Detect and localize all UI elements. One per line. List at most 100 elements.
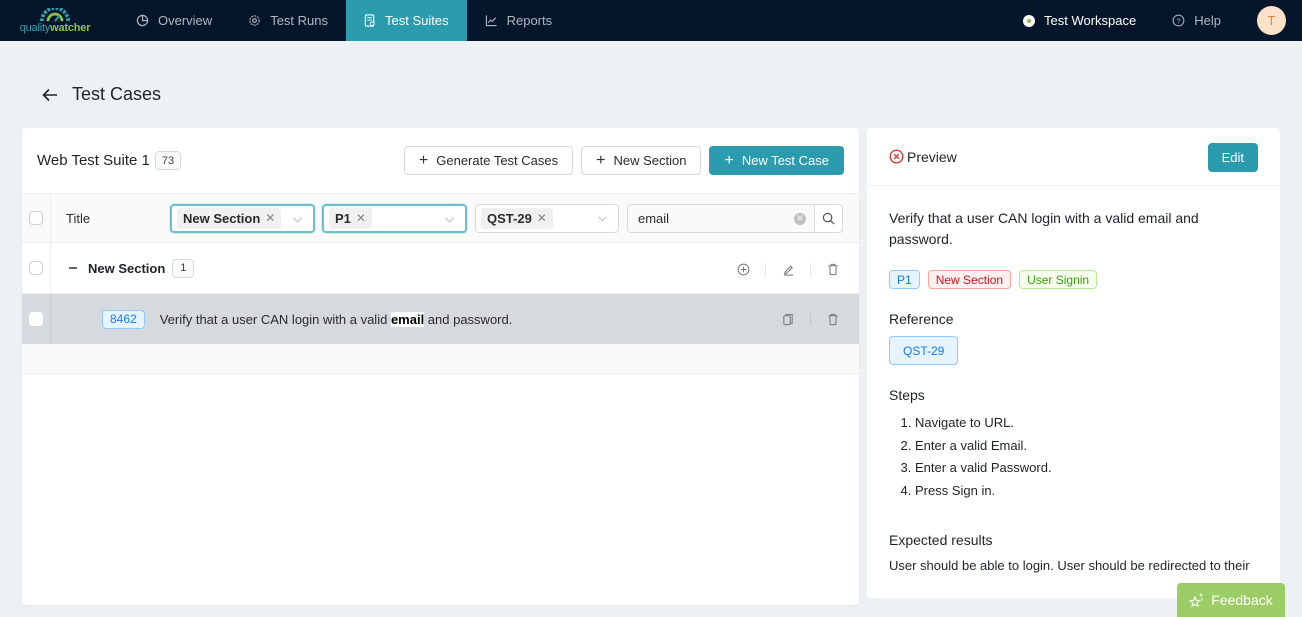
copy-test-case-button[interactable] <box>774 308 802 330</box>
page-title: Test Cases <box>72 84 162 104</box>
reference-link[interactable]: QST-29 <box>889 336 959 365</box>
steps-list: Navigate to URL. Enter a valid Email. En… <box>889 412 1258 502</box>
delete-section-button[interactable] <box>819 258 847 280</box>
minus-icon <box>69 267 77 269</box>
close-circle-icon[interactable] <box>889 149 904 164</box>
section-filter-select[interactable]: New Section ✕ <box>170 203 315 233</box>
expected-results-text: User should be able to login. User shoul… <box>889 558 1250 573</box>
collapse-section-button[interactable] <box>66 261 80 275</box>
nav-test-suites[interactable]: Test Suites <box>346 0 467 41</box>
test-cases-panel: Web Test Suite 1 73 + Generate Test Case… <box>22 128 859 605</box>
remove-tag-icon[interactable]: ✕ <box>537 211 547 225</box>
test-case-title[interactable]: Verify that a user CAN login with a vali… <box>160 311 512 327</box>
button-label: Generate Test Cases <box>436 153 559 168</box>
gauge-logo-icon <box>40 7 70 22</box>
preview-heading: Preview <box>907 148 957 165</box>
logo-text: qualitywatcher <box>19 21 91 34</box>
chevron-down-icon <box>598 215 607 221</box>
plus-icon: + <box>724 151 734 169</box>
nav-overview[interactable]: Overview <box>118 0 230 41</box>
new-section-button[interactable]: + New Section <box>581 146 702 175</box>
expected-results-heading: Expected results <box>889 532 993 548</box>
test-case-row[interactable]: 8462 Verify that a user CAN login with a… <box>22 294 859 344</box>
section-tag: New Section <box>927 270 1012 289</box>
search-box: email ✕ <box>627 203 843 233</box>
filter-tag: New Section ✕ <box>177 207 282 229</box>
search-icon <box>822 212 835 224</box>
logo[interactable]: qualitywatcher <box>0 0 110 41</box>
nav-label: Test Runs <box>270 13 328 28</box>
preview-header: Preview Edit <box>867 128 1280 186</box>
edit-section-button[interactable] <box>774 258 802 280</box>
nav-label: Reports <box>506 13 553 28</box>
add-case-to-section-button[interactable] <box>729 258 757 280</box>
back-button[interactable] <box>42 86 60 104</box>
copy-icon <box>783 313 793 325</box>
workspace-status-icon <box>1023 14 1035 27</box>
filter-tag: P1 ✕ <box>329 207 372 229</box>
workspace-switcher[interactable]: Test Workspace <box>1023 13 1136 28</box>
user-avatar[interactable]: T <box>1257 6 1286 35</box>
remove-tag-icon[interactable]: ✕ <box>265 211 275 225</box>
edit-button[interactable]: Edit <box>1207 143 1258 172</box>
reference-filter-select[interactable]: QST-29 ✕ <box>475 203 619 233</box>
preview-panel: Preview Edit Verify that a user CAN logi… <box>867 128 1280 598</box>
svg-text:?: ? <box>1177 16 1181 25</box>
pencil-icon <box>783 265 793 276</box>
sparkle-star-icon <box>1189 593 1204 608</box>
divider <box>810 263 811 275</box>
title-column-header: Title <box>66 210 91 226</box>
search-button[interactable] <box>815 203 843 233</box>
trash-icon <box>828 313 838 325</box>
section-case-count: 1 <box>172 258 195 278</box>
search-input[interactable]: email ✕ <box>627 203 815 233</box>
page-header: Test Cases <box>42 84 161 105</box>
help-link[interactable]: ? Help <box>1172 13 1221 28</box>
gear-icon <box>249 15 260 26</box>
plus-circle-icon <box>737 263 749 275</box>
pie-chart-icon <box>136 14 149 27</box>
remove-tag-icon[interactable]: ✕ <box>356 211 366 225</box>
generate-test-cases-button[interactable]: + Generate Test Cases <box>403 146 574 175</box>
trash-icon <box>828 263 838 275</box>
suite-name: Web Test Suite 1 <box>37 152 150 169</box>
button-label: New Test Case <box>741 153 829 168</box>
top-nav: qualitywatcher Overview Test Runs Test S… <box>0 0 1302 41</box>
workspace-name: Test Workspace <box>1044 13 1137 28</box>
document-icon <box>364 14 375 27</box>
step-item: Press Sign in. <box>915 480 1258 503</box>
test-case-id[interactable]: 8462 <box>102 309 145 329</box>
plus-icon: + <box>418 151 429 169</box>
suite-case-count: 73 <box>154 151 182 170</box>
new-test-case-button[interactable]: + New Test Case <box>709 146 844 175</box>
nav-reports[interactable]: Reports <box>467 0 571 41</box>
step-item: Navigate to URL. <box>915 412 1258 435</box>
nav-test-runs[interactable]: Test Runs <box>230 0 346 41</box>
reference-heading: Reference <box>889 311 954 327</box>
preview-case-title: Verify that a user CAN login with a vali… <box>889 210 1199 247</box>
nav-label: Test Suites <box>385 13 449 28</box>
table-header: Title New Section ✕ P1 ✕ QST-29 ✕ email ✕ <box>22 193 859 243</box>
delete-test-case-button[interactable] <box>819 308 847 330</box>
section-row[interactable]: New Section 1 <box>22 243 859 294</box>
divider <box>810 313 811 325</box>
table-footer-row <box>22 344 859 374</box>
step-item: Enter a valid Email. <box>915 435 1258 458</box>
section-name: New Section <box>88 260 166 276</box>
label-tag: User Signin <box>1019 270 1098 289</box>
steps-heading: Steps <box>889 387 925 403</box>
chevron-down-icon <box>293 216 302 222</box>
test-case-checkbox[interactable] <box>29 312 43 326</box>
priority-tag: P1 <box>889 270 920 289</box>
filter-tag: QST-29 ✕ <box>481 207 553 229</box>
arrow-left-icon <box>42 88 57 101</box>
search-value: email <box>638 210 670 226</box>
feedback-button[interactable]: Feedback <box>1177 583 1285 617</box>
feedback-label: Feedback <box>1211 592 1273 608</box>
search-highlight: email <box>390 311 425 327</box>
priority-filter-select[interactable]: P1 ✕ <box>322 203 467 233</box>
clear-search-icon[interactable]: ✕ <box>794 212 806 225</box>
select-all-checkbox[interactable] <box>29 211 43 225</box>
nav-label: Overview <box>158 13 213 28</box>
section-checkbox[interactable] <box>29 261 43 275</box>
